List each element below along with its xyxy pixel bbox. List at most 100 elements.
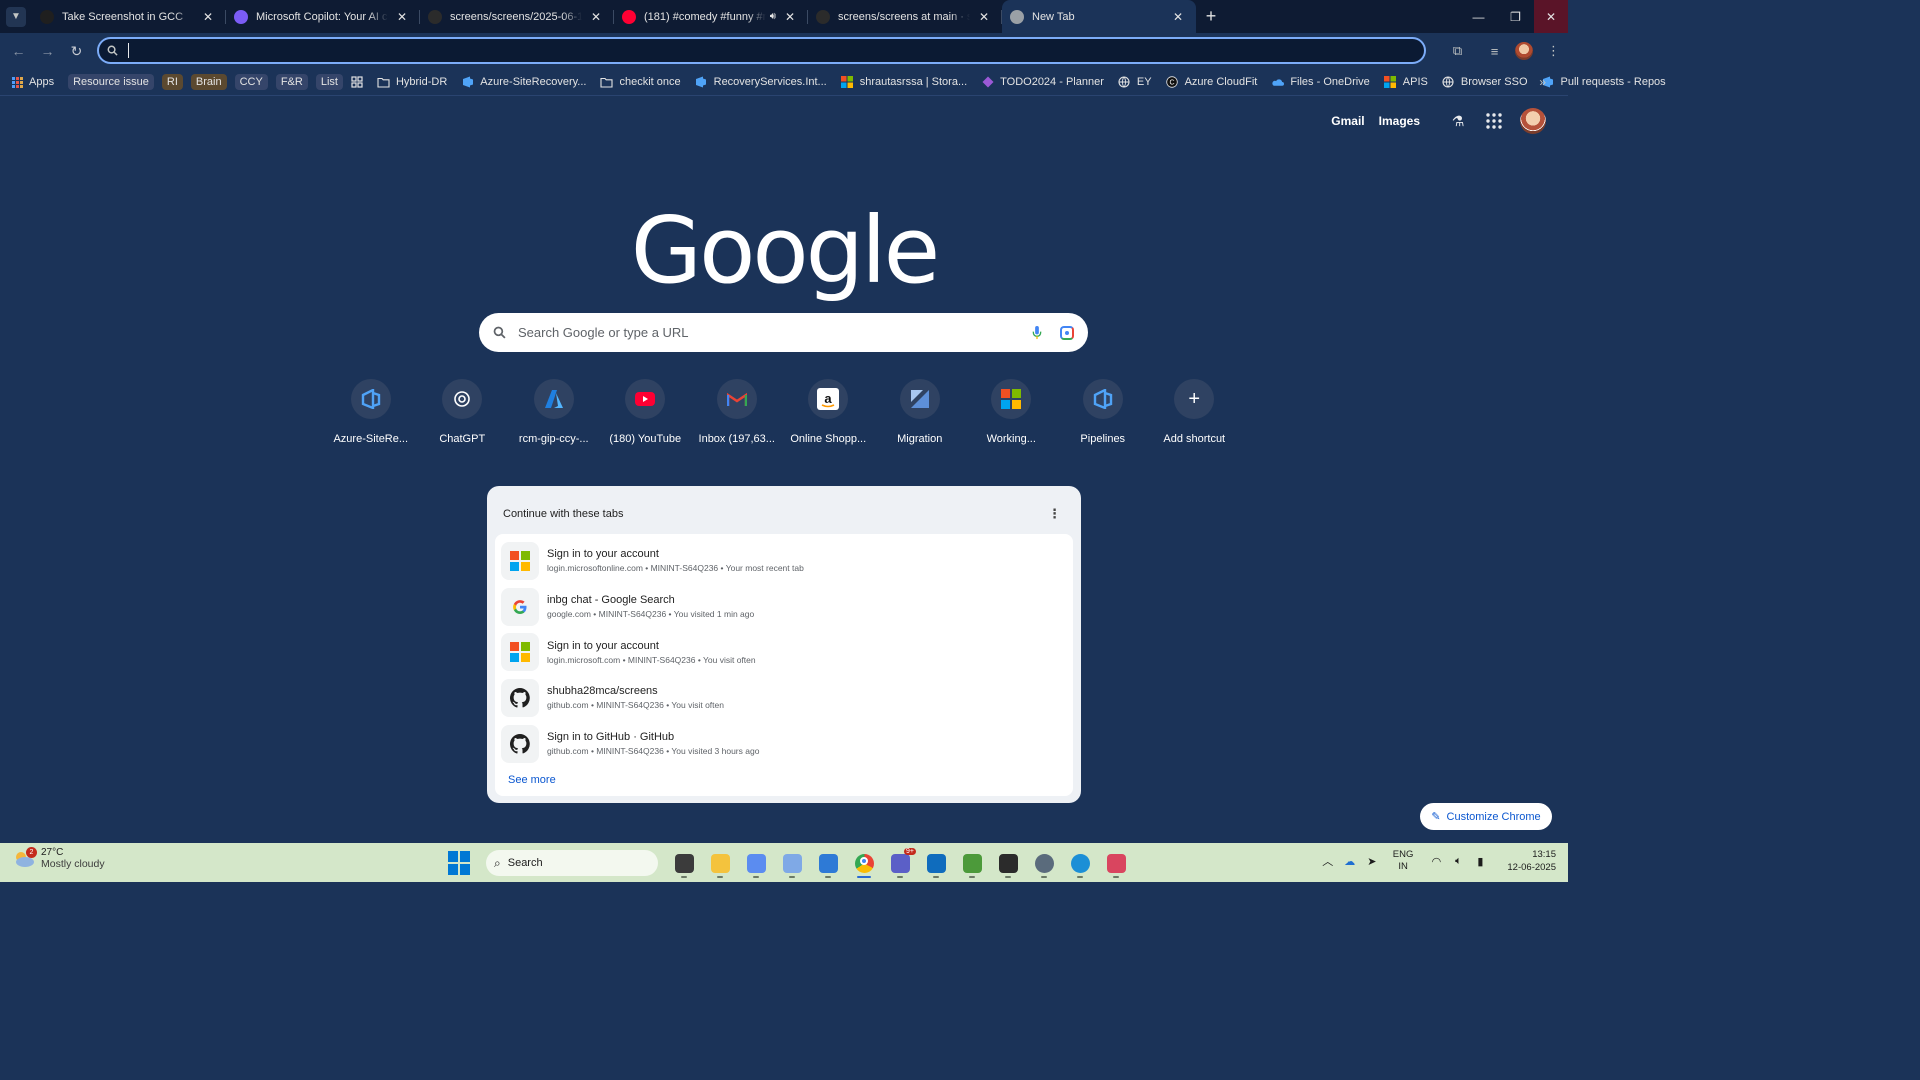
shortcut-tile[interactable]: Pipelines — [1057, 379, 1149, 445]
battery-icon[interactable]: ▮ — [1469, 848, 1491, 874]
settings-icon[interactable] — [1026, 848, 1062, 878]
bookmark-link[interactable]: shrautasrssa | Stora... — [841, 76, 967, 89]
edge-icon[interactable] — [1062, 848, 1098, 878]
shortcut-tile[interactable]: Azure-SiteRe... — [325, 379, 417, 445]
reload-button[interactable]: ↻ — [62, 37, 91, 66]
bookmark-link[interactable]: C Azure CloudFit — [1166, 76, 1257, 89]
teams-icon[interactable]: 9+ — [882, 848, 918, 878]
bookmark-link[interactable]: Pull requests - Repos — [1542, 76, 1666, 89]
close-tab-icon[interactable]: ✕ — [588, 9, 604, 25]
customize-chrome-button[interactable]: ✎ Customize Chrome — [1420, 803, 1552, 830]
m365-icon[interactable] — [738, 848, 774, 878]
outlook-icon[interactable] — [918, 848, 954, 878]
images-link[interactable]: Images — [1379, 114, 1420, 128]
snipping-tool-icon[interactable] — [1098, 848, 1134, 878]
window-app-icon[interactable] — [774, 848, 810, 878]
bookmark-apps[interactable]: Apps — [12, 76, 54, 88]
shortcut-tile[interactable]: (180) YouTube — [600, 379, 692, 445]
bookmark-label: Hybrid-DR — [395, 76, 448, 88]
restore-button[interactable]: ❐ — [1497, 0, 1534, 33]
taskbar-search[interactable]: ⌕ Search — [486, 850, 658, 876]
location-arrow-icon[interactable]: ➤ — [1361, 848, 1383, 874]
close-tab-icon[interactable]: ✕ — [976, 9, 992, 25]
bookmark-link[interactable]: EY — [1118, 76, 1152, 89]
bookmark-link[interactable]: Azure-SiteRecovery... — [461, 76, 586, 89]
shortcut-tile[interactable]: a Online Shopp... — [783, 379, 875, 445]
media-controls-icon[interactable]: ≡ — [1480, 37, 1509, 66]
see-more-link[interactable]: See more — [501, 774, 1067, 786]
browser-tab[interactable]: screens/screens at main · shubha28mca ✕ — [808, 0, 1002, 33]
browser-tab[interactable]: Microsoft Copilot: Your AI companion ✕ — [226, 0, 420, 33]
google-lens-icon[interactable] — [1060, 325, 1074, 340]
notepad-icon[interactable] — [954, 848, 990, 878]
speaker-icon[interactable]: 🔊︎ — [770, 11, 776, 22]
browser-tab[interactable]: (181) #comedy #funny #rea 🔊︎ ✕ — [614, 0, 808, 33]
chevron-up-icon[interactable]: ︿ — [1317, 848, 1339, 874]
terminal-icon[interactable] — [990, 848, 1026, 878]
back-button[interactable]: ← — [4, 37, 33, 66]
bookmark-chip[interactable]: RI — [161, 74, 183, 90]
bookmark-folder[interactable]: checkit once — [600, 76, 681, 89]
recent-tab-row[interactable]: inbg chat - Google Search google.com • MI… — [501, 584, 1067, 630]
planner-icon — [981, 76, 994, 89]
bookmark-link[interactable]: Files - OneDrive — [1271, 76, 1370, 89]
weather-widget[interactable]: 2 27°C Mostly cloudy — [12, 846, 105, 870]
close-tab-icon[interactable]: ✕ — [200, 9, 216, 25]
bookmark-folder[interactable]: Hybrid-DR — [377, 76, 447, 89]
shortcut-tile[interactable]: Working... — [966, 379, 1058, 445]
browser-tab[interactable]: Take Screenshot in GCC ✕ — [32, 0, 226, 33]
close-window-button[interactable]: ✕ — [1534, 0, 1568, 33]
onedrive-icon[interactable]: ☁ — [1339, 848, 1361, 874]
close-tab-icon[interactable]: ✕ — [1170, 9, 1186, 25]
remote-desktop-icon[interactable] — [810, 848, 846, 878]
bookmark-link[interactable]: TODO2024 - Planner — [981, 76, 1104, 89]
google-account-avatar[interactable] — [1520, 108, 1546, 134]
windows-start-icon[interactable] — [448, 851, 472, 875]
bookmark-chip[interactable]: List — [315, 74, 343, 90]
menu-kebab-icon[interactable]: ⋮ — [1539, 37, 1568, 66]
gmail-link[interactable]: Gmail — [1331, 114, 1364, 128]
google-apps-icon[interactable] — [1482, 109, 1506, 133]
shortcut-tile[interactable]: + Add shortcut — [1149, 379, 1241, 445]
volume-icon[interactable]: 🔈︎ — [1447, 848, 1469, 874]
language-indicator[interactable]: ENG IN — [1393, 849, 1414, 873]
new-tab-button[interactable]: + — [1196, 0, 1226, 33]
recent-tab-row[interactable]: Sign in to your account login.microsoft.c… — [501, 629, 1067, 675]
tab-groups-icon[interactable] — [351, 76, 363, 88]
clock[interactable]: 13:15 12-06-2025 — [1507, 848, 1556, 874]
voice-search-icon[interactable] — [1032, 325, 1042, 340]
chrome-icon[interactable] — [846, 848, 882, 878]
recent-tab-row[interactable]: shubha28mca/screens github.com • MININT-S… — [501, 675, 1067, 721]
arrow-right-icon: → — [40, 43, 55, 59]
address-bar[interactable] — [97, 37, 1426, 64]
shortcut-tile[interactable]: ChatGPT — [417, 379, 509, 445]
profile-avatar[interactable] — [1515, 42, 1533, 60]
browser-tab[interactable]: screens/screens/2025-06-12_09 ✕ — [420, 0, 614, 33]
shortcut-tile[interactable]: rcm-gip-ccy-... — [508, 379, 600, 445]
browser-tab[interactable]: New Tab ✕ — [1002, 0, 1196, 33]
bookmark-link[interactable]: APIS — [1384, 76, 1428, 89]
file-explorer-icon[interactable] — [702, 848, 738, 878]
close-tab-icon[interactable]: ✕ — [394, 9, 410, 25]
wifi-icon[interactable]: ◠ — [1425, 848, 1447, 874]
extensions-icon[interactable]: ⧉ — [1443, 37, 1472, 66]
bookmark-chip[interactable]: Brain — [190, 74, 227, 90]
recent-tab-row[interactable]: Sign in to your account login.microsofton… — [501, 538, 1067, 584]
minimize-button[interactable]: — — [1460, 0, 1497, 33]
bookmark-link[interactable]: RecoveryServices.Int... — [695, 76, 827, 89]
card-menu-kebab-icon[interactable]: ⋮ — [1048, 506, 1061, 522]
google-search-box[interactable]: Search Google or type a URL — [479, 313, 1088, 352]
shortcut-tile[interactable]: Migration — [874, 379, 966, 445]
bookmark-chip[interactable]: CCY — [234, 74, 268, 90]
bookmark-chip[interactable]: Resource issue — [68, 74, 154, 90]
recent-tab-row[interactable]: Sign in to GitHub · GitHub github.com • M… — [501, 721, 1067, 767]
close-tab-icon[interactable]: ✕ — [782, 9, 798, 25]
bookmark-chip[interactable]: F&R — [275, 74, 308, 90]
chevron-double-right-icon[interactable]: » — [1539, 75, 1546, 89]
labs-flask-icon[interactable]: ⚗ — [1446, 109, 1470, 133]
task-view-icon[interactable] — [666, 848, 702, 878]
tab-search-button[interactable]: ▼ — [0, 0, 32, 33]
shortcut-tile[interactable]: Inbox (197,63... — [691, 379, 783, 445]
bookmark-link[interactable]: Browser SSO — [1442, 76, 1528, 89]
forward-button[interactable]: → — [33, 37, 62, 66]
